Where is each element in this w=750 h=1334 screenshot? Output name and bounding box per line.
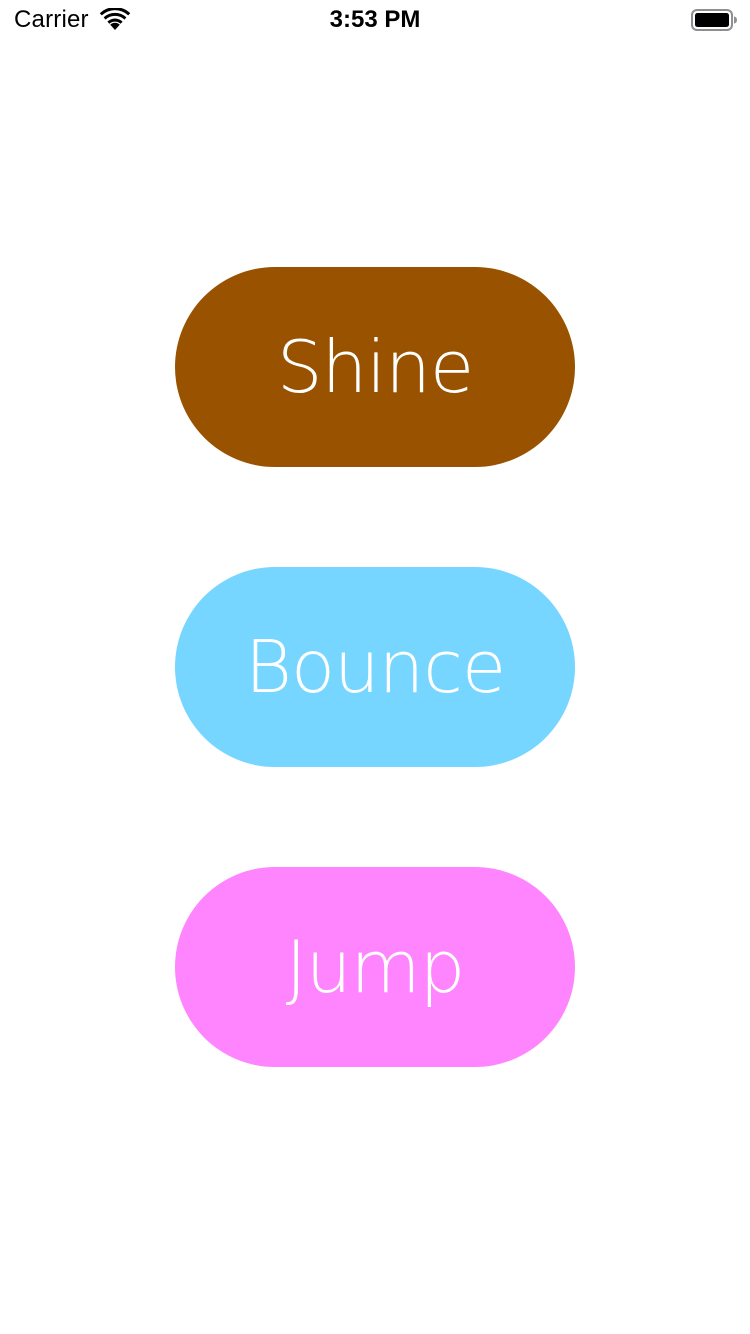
jump-button[interactable]: Jump	[175, 867, 575, 1067]
status-bar: Carrier 3:53 PM	[0, 0, 750, 40]
bounce-button[interactable]: Bounce	[175, 567, 575, 767]
app-screen: Carrier 3:53 PM Shine Bounce Jump	[0, 0, 750, 1334]
battery-icon	[691, 9, 737, 31]
status-time: 3:53 PM	[329, 6, 421, 33]
jump-button-label: Jump	[285, 925, 466, 1009]
shine-button-label: Shine	[276, 325, 474, 409]
shine-button[interactable]: Shine	[175, 267, 575, 467]
bounce-button-label: Bounce	[244, 625, 506, 709]
